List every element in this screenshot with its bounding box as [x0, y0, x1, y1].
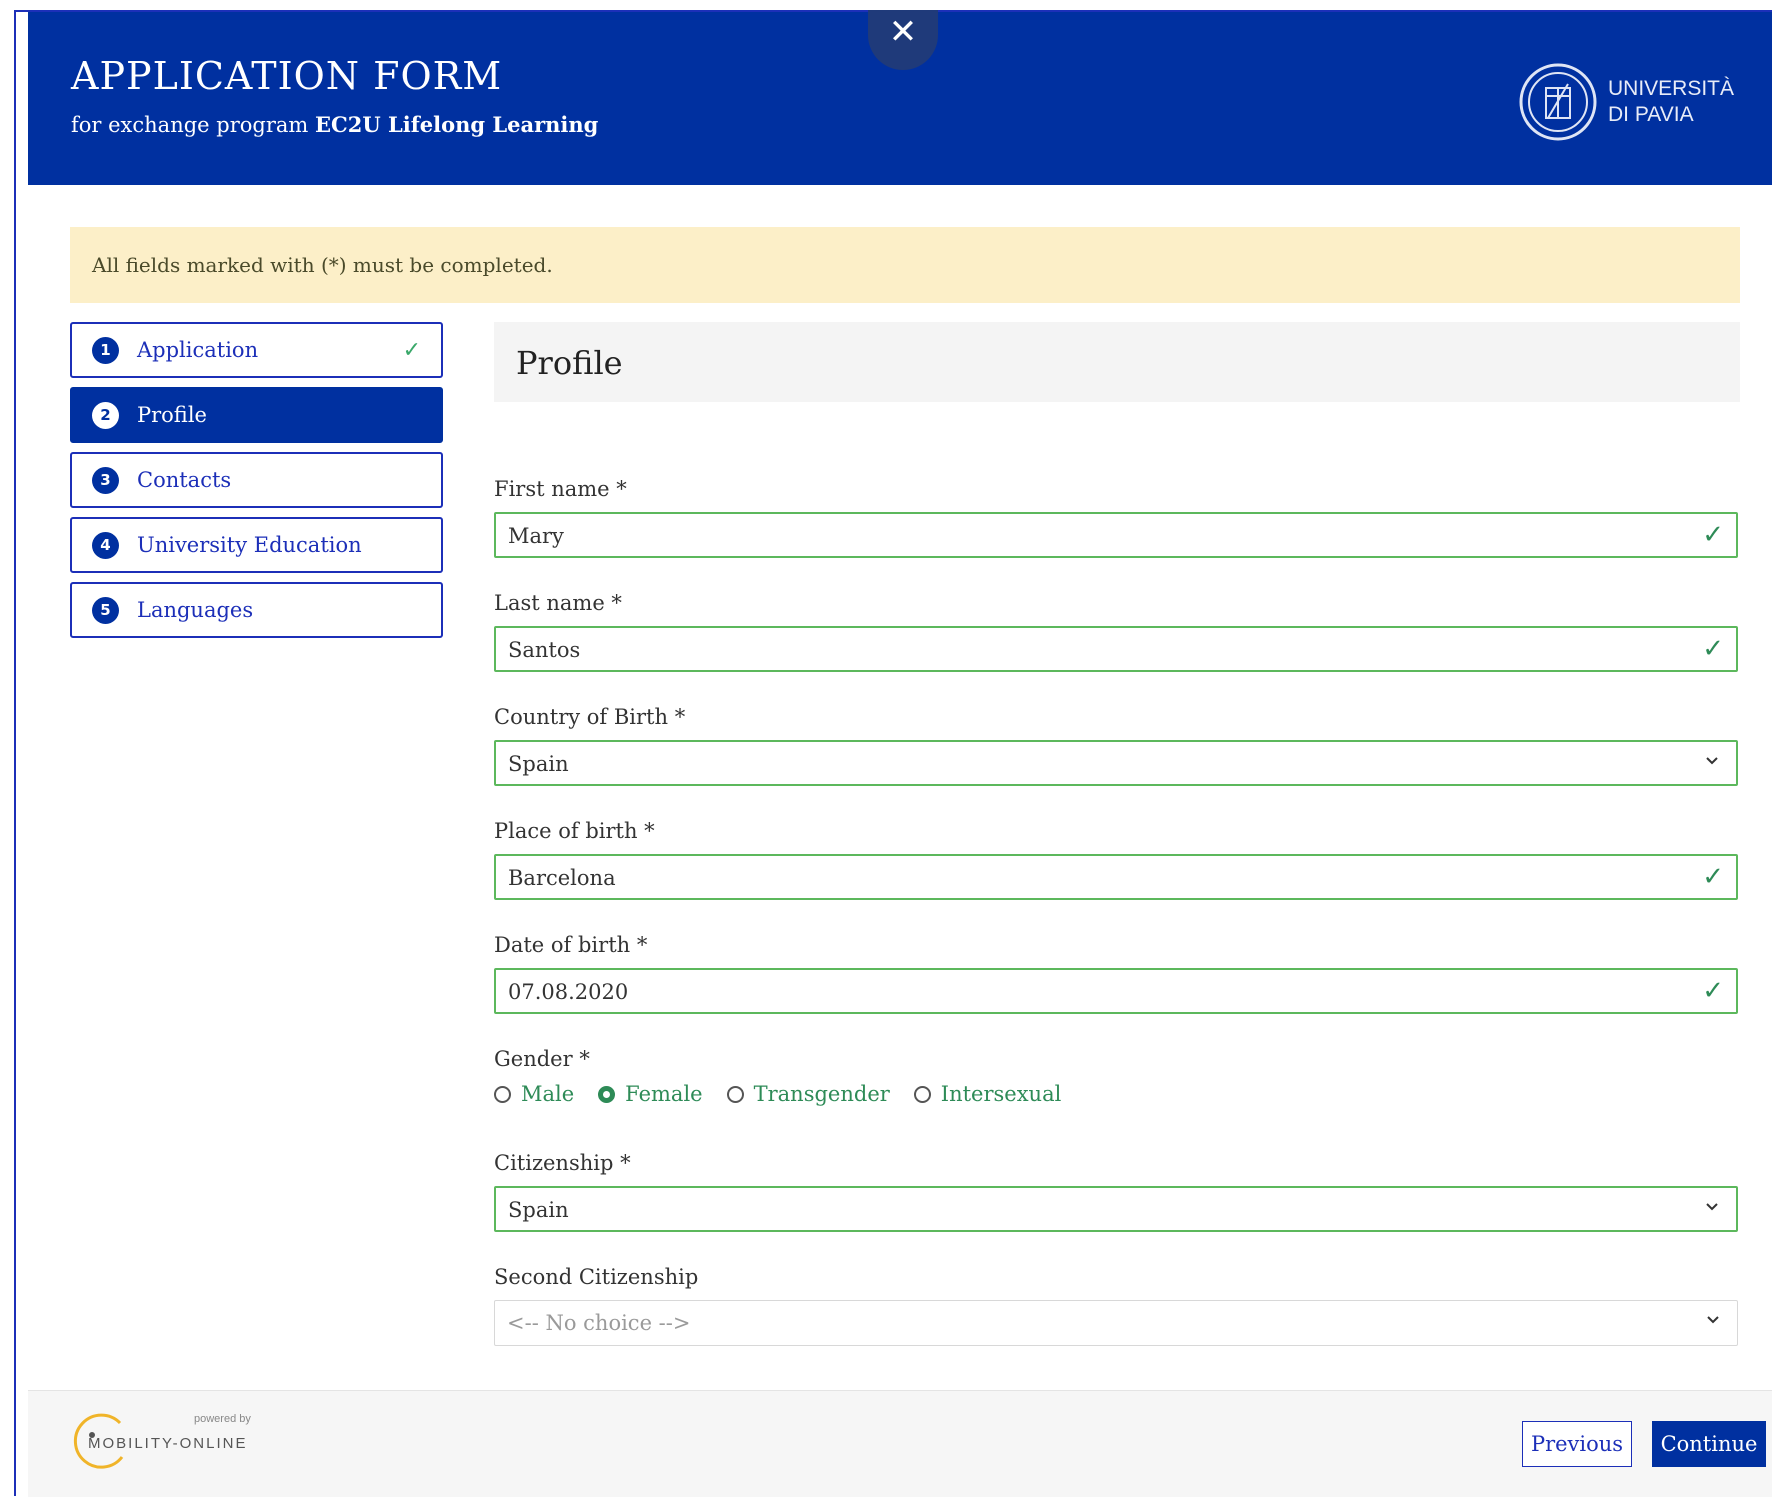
country-of-birth-label: Country of Birth *: [494, 705, 686, 729]
step-university-education[interactable]: 4 University Education: [70, 517, 443, 573]
step-application[interactable]: 1 Application ✓: [70, 322, 443, 378]
gender-option-transgender[interactable]: Transgender: [726, 1082, 890, 1106]
step-label: Contacts: [137, 468, 232, 492]
radio-label: Male: [521, 1082, 575, 1106]
close-icon: ✕: [888, 12, 918, 52]
step-languages[interactable]: 5 Languages: [70, 582, 443, 638]
step-number: 3: [92, 466, 119, 494]
place-of-birth-label: Place of birth *: [494, 819, 655, 843]
mobility-online-brand: MOBILITY-ONLINE: [88, 1435, 248, 1452]
chevron-down-icon: [1706, 1203, 1718, 1211]
valid-check-icon: ✓: [1702, 976, 1724, 1006]
university-logo: UNIVERSITÀ DI PAVIA: [1518, 60, 1748, 146]
radio-button[interactable]: [494, 1085, 511, 1103]
close-button[interactable]: ✕: [868, 10, 938, 70]
radio-label: Transgender: [753, 1082, 890, 1106]
citizenship-value: Spain: [508, 1198, 569, 1222]
gender-label: Gender *: [494, 1047, 590, 1071]
step-label: Languages: [137, 598, 254, 622]
chevron-down-icon: [1707, 1316, 1719, 1324]
second-citizenship-label: Second Citizenship: [494, 1265, 699, 1289]
first-name-label: First name *: [494, 477, 627, 501]
step-label: Application: [137, 338, 259, 362]
country-of-birth-value: Spain: [508, 752, 569, 776]
last-name-label: Last name *: [494, 591, 622, 615]
radio-label: Female: [625, 1082, 703, 1106]
radio-button[interactable]: [726, 1085, 744, 1103]
country-of-birth-select[interactable]: Spain: [494, 740, 1738, 786]
citizenship-select[interactable]: Spain: [494, 1186, 1738, 1232]
citizenship-label: Citizenship *: [494, 1151, 631, 1175]
logo-line2: DI PAVIA: [1608, 103, 1694, 126]
page-title: APPLICATION FORM: [71, 54, 503, 98]
footer: powered by MOBILITY-ONLINE Previous Cont…: [28, 1390, 1772, 1497]
date-of-birth-value: 07.08.2020: [508, 980, 629, 1004]
powered-by-text: powered by: [194, 1413, 251, 1425]
first-name-field[interactable]: Mary ✓: [494, 512, 1738, 558]
chevron-down-icon: [1706, 757, 1718, 765]
first-name-value: Mary: [508, 524, 564, 548]
university-seal-icon: [1519, 63, 1597, 141]
logo-text: UNIVERSITÀ DI PAVIA: [1608, 76, 1734, 128]
valid-check-icon: ✓: [1702, 520, 1724, 550]
program-name: EC2U Lifelong Learning: [315, 112, 599, 137]
step-contacts[interactable]: 3 Contacts: [70, 452, 443, 508]
check-icon: ✓: [402, 338, 421, 363]
continue-button[interactable]: Continue: [1652, 1421, 1766, 1467]
last-name-field[interactable]: Santos ✓: [494, 626, 1738, 672]
second-citizenship-select[interactable]: <-- No choice -->: [494, 1300, 1738, 1346]
header-subtitle: for exchange program EC2U Lifelong Learn…: [71, 112, 598, 137]
step-label: University Education: [137, 533, 362, 557]
step-number: 4: [92, 531, 119, 559]
step-number: 2: [92, 401, 119, 429]
step-label: Profile: [137, 403, 207, 427]
date-of-birth-label: Date of birth *: [494, 933, 648, 957]
valid-check-icon: ✓: [1702, 634, 1724, 664]
step-profile[interactable]: 2 Profile: [70, 387, 443, 443]
previous-button[interactable]: Previous: [1522, 1421, 1632, 1467]
step-navigation: 1 Application ✓ 2 Profile 3 Contacts 4 U…: [70, 322, 443, 647]
step-number: 1: [92, 336, 119, 364]
section-title: Profile: [494, 322, 1740, 402]
second-citizenship-value: <-- No choice -->: [507, 1311, 691, 1335]
place-of-birth-field[interactable]: Barcelona ✓: [494, 854, 1738, 900]
valid-check-icon: ✓: [1702, 862, 1724, 892]
gender-option-female[interactable]: Female: [598, 1082, 703, 1106]
header: APPLICATION FORM for exchange program EC…: [28, 10, 1772, 185]
logo-line1: UNIVERSITÀ: [1608, 77, 1735, 100]
gender-option-intersexual[interactable]: Intersexual: [913, 1082, 1062, 1106]
radio-label: Intersexual: [940, 1082, 1062, 1106]
required-fields-notice: All fields marked with (*) must be compl…: [70, 227, 1740, 303]
gender-option-male[interactable]: Male: [494, 1082, 574, 1106]
radio-button-selected[interactable]: [598, 1085, 616, 1103]
last-name-value: Santos: [508, 638, 581, 662]
subtitle-prefix: for exchange program: [71, 113, 309, 137]
gender-radio-group: Male Female Transgender Intersexual: [494, 1082, 1085, 1106]
step-number: 5: [92, 596, 119, 624]
radio-button[interactable]: [913, 1085, 931, 1103]
date-of-birth-field[interactable]: 07.08.2020 ✓: [494, 968, 1738, 1014]
place-of-birth-value: Barcelona: [508, 866, 616, 890]
